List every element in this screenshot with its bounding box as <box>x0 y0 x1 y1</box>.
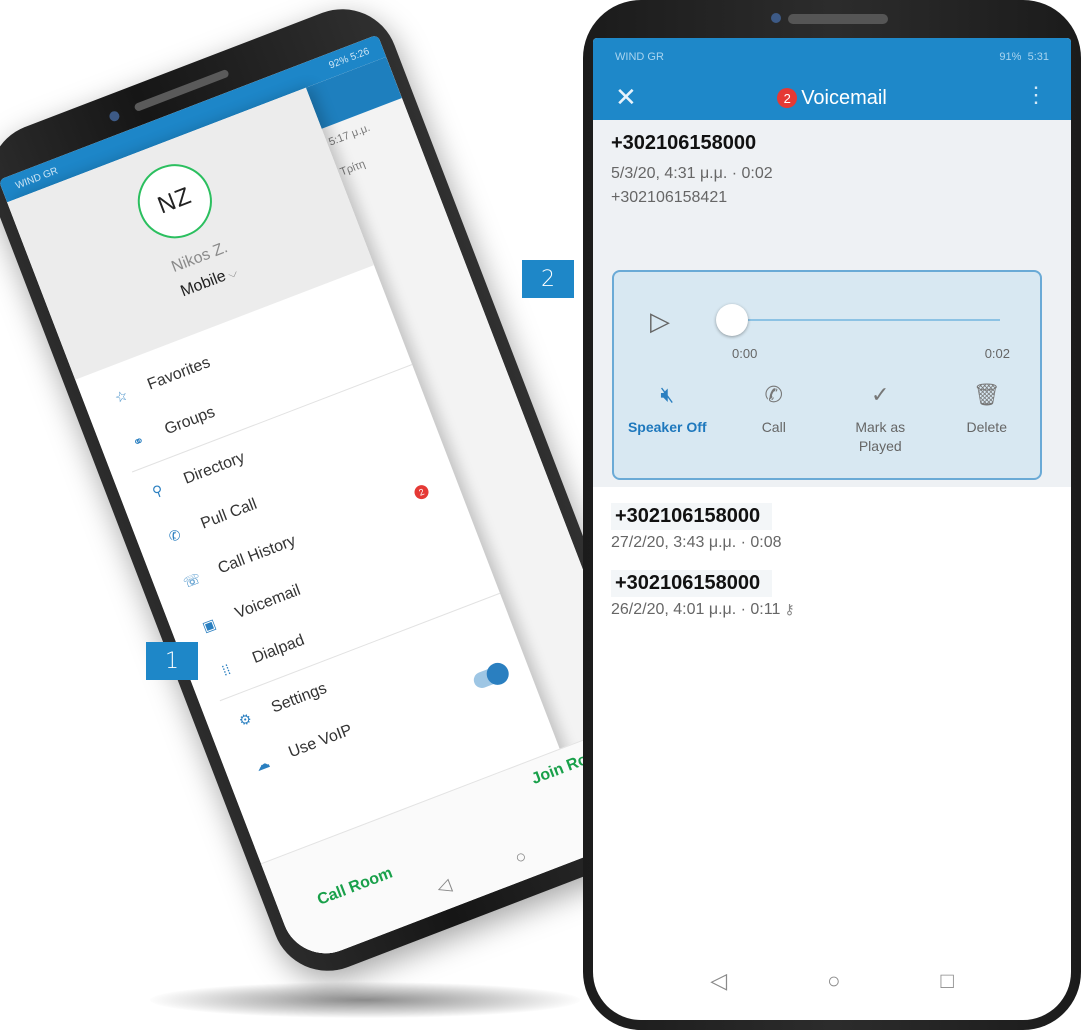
mark-as-played-button[interactable]: ✓ Mark as Played <box>827 382 934 456</box>
time-label: 5:31 <box>1027 51 1049 63</box>
menu-item-label: Dialpad <box>250 631 307 667</box>
close-icon[interactable]: ✕ <box>615 84 637 110</box>
menu-item-label: Pull Call <box>198 495 260 533</box>
speaker-grille <box>788 14 888 24</box>
voicemail-count-badge: 2 <box>777 88 798 108</box>
star-icon: ☆ <box>112 386 130 406</box>
back-icon[interactable]: ◁ <box>710 968 727 994</box>
search-icon: ⚲ <box>149 480 165 500</box>
current-time: 0:00 <box>732 346 758 361</box>
action-label: Mark as Played <box>855 419 906 454</box>
delete-button[interactable]: 🗑︎ Delete <box>934 382 1041 456</box>
status-bar: WIND GR 91% 5:31 <box>593 38 1071 76</box>
pull-call-icon: ✆ <box>166 525 183 545</box>
player-actions: 🔇︎ Speaker Off ✆ Call ✓ Mark as Played 🗑… <box>614 382 1040 456</box>
cloud-icon: ☁ <box>252 753 272 774</box>
voicemail-meta: 26/2/20, 4:01 μ.μ. · 0:11 ⚷ <box>611 601 1071 619</box>
home-icon[interactable]: ○ <box>512 846 530 870</box>
trash-icon: 🗑︎ <box>972 382 1001 407</box>
more-vert-icon[interactable]: ⋮ <box>1025 84 1047 106</box>
caller-number: +302106158000 <box>611 503 773 530</box>
callout-badge-1: 1 <box>146 642 198 680</box>
selected-voicemail[interactable]: +302106158000 5/3/20, 4:31 μ.μ. · 0:02 +… <box>593 120 1071 487</box>
play-icon[interactable]: ▷ <box>650 306 670 337</box>
carrier-label: WIND GR <box>615 51 664 63</box>
home-icon[interactable]: ○ <box>827 968 840 994</box>
battery-label: 91% <box>999 51 1022 63</box>
page-title: 2 Voicemail <box>777 87 887 110</box>
right-phone: WIND GR 91% 5:31 ✕ 2 Voicemail ⋮ +302106… <box>583 0 1081 1030</box>
app-header: ✕ 2 Voicemail ⋮ <box>593 76 1071 120</box>
menu-item-label: Groups <box>162 403 218 439</box>
camera-icon <box>771 13 781 23</box>
menu-item-label: Directory <box>181 448 248 488</box>
list-item[interactable]: +302106158000 26/2/20, 4:01 μ.μ. · 0:11 ⚷ <box>611 570 1071 619</box>
voicemail-meta: 27/2/20, 3:43 μ.μ. · 0:08 <box>611 534 782 551</box>
menu-item-label: Favorites <box>145 354 213 394</box>
gear-icon: ⚙ <box>236 709 254 729</box>
key-icon: ⚷ <box>784 601 795 617</box>
meta-text: 26/2/20, 4:01 μ.μ. · 0:11 <box>611 601 781 618</box>
time-label: 5:26 <box>348 45 371 63</box>
android-nav-bar: ◁ ○ □ <box>593 968 1071 994</box>
back-icon[interactable]: ◁ <box>434 875 454 900</box>
battery-label: 92% <box>327 53 351 71</box>
title-text: Voicemail <box>801 86 887 109</box>
voicemail-icon: ▣ <box>199 614 218 635</box>
progress-track[interactable] <box>732 319 1000 321</box>
call-button[interactable]: ✆ Call <box>721 382 828 456</box>
speaker-off-icon: 🔇︎ <box>660 382 675 407</box>
left-screen: WIND GR 92% 5:26 5:17 μ.μ. Τρίτη NZ Niko… <box>0 34 680 967</box>
phone-icon: ✆ <box>764 382 783 407</box>
right-screen: WIND GR 91% 5:31 ✕ 2 Voicemail ⋮ +302106… <box>593 38 1071 1020</box>
menu-item-label: Use VoIP <box>286 721 355 762</box>
recents-icon[interactable]: □ <box>940 968 953 994</box>
dialpad-icon: ⁞⁞ <box>219 661 233 679</box>
callee-number: +302106158421 <box>611 189 728 206</box>
list-item[interactable]: +302106158000 27/2/20, 3:43 μ.μ. · 0:08 <box>611 503 1071 552</box>
action-label: Delete <box>966 419 1007 435</box>
callout-badge-2: 2 <box>522 260 574 298</box>
call-history-icon: ☏ <box>180 569 203 591</box>
voicemail-meta: 5/3/20, 4:31 μ.μ. · 0:02 <box>611 165 773 182</box>
caller-number: +302106158000 <box>611 132 757 154</box>
floor-shadow <box>150 982 580 1018</box>
call-history-badge: 2 <box>412 483 431 502</box>
status-right: 91% 5:31 <box>999 51 1049 63</box>
groups-icon: ⚭ <box>129 431 147 451</box>
caller-number: +302106158000 <box>611 570 773 597</box>
progress-knob[interactable] <box>716 304 748 336</box>
action-label: Call <box>761 419 786 435</box>
avatar[interactable]: NZ <box>127 153 223 250</box>
action-label: Speaker Off <box>627 419 707 435</box>
chevron-down-icon: ⌵ <box>225 265 240 282</box>
checkmark-icon: ✓ <box>871 382 890 407</box>
voicemail-list: +302106158000 27/2/20, 3:43 μ.μ. · 0:08 … <box>593 487 1071 619</box>
duration: 0:02 <box>984 346 1010 361</box>
menu-item-label: Settings <box>269 679 330 717</box>
camera-icon <box>107 109 121 123</box>
voicemail-player: ▷ 0:00 0:02 🔇︎ Speaker Off ✆ Call ✓ Mark… <box>612 270 1042 480</box>
voip-toggle[interactable] <box>471 663 509 691</box>
menu-item-label: Voicemail <box>232 581 303 623</box>
speaker-off-button[interactable]: 🔇︎ Speaker Off <box>614 382 721 456</box>
